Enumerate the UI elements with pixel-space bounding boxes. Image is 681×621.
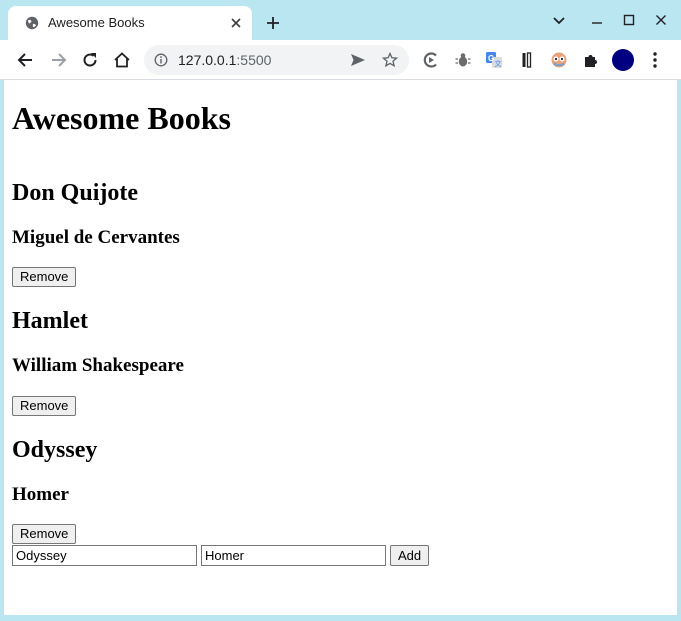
remove-book-button[interactable]: Remove	[12, 396, 77, 416]
maximize-icon[interactable]	[621, 12, 637, 28]
svg-text:文: 文	[495, 59, 502, 68]
minimize-icon[interactable]	[589, 12, 605, 28]
book-author: Homer	[12, 484, 69, 505]
svg-text:G: G	[488, 54, 494, 63]
send-icon[interactable]	[350, 53, 366, 67]
tab-strip: Awesome Books	[0, 0, 681, 40]
page-title: Awesome Books	[12, 100, 231, 136]
book-author: William Shakespeare	[12, 355, 184, 376]
translate-icon[interactable]: G 文	[485, 51, 503, 69]
globe-icon	[25, 16, 39, 30]
address-url: 127.0.0.1:5500	[178, 52, 271, 68]
plus-icon[interactable]	[266, 16, 280, 30]
close-icon[interactable]	[230, 17, 242, 29]
extension-c-icon[interactable]	[422, 51, 440, 69]
url-port: :5500	[236, 52, 272, 68]
chevron-down-icon[interactable]	[551, 12, 567, 28]
tab-awesome-books[interactable]: Awesome Books	[8, 6, 252, 40]
book-title: Don Quijote	[12, 180, 138, 206]
profile-avatar[interactable]	[612, 49, 634, 71]
back-arrow-icon[interactable]	[16, 50, 36, 70]
url-host: 127.0.0.1	[178, 52, 237, 68]
bug-icon[interactable]	[454, 51, 472, 69]
bookmark-extension-icon[interactable]	[518, 51, 536, 69]
book-author: Miguel de Cervantes	[12, 227, 180, 248]
forward-arrow-icon[interactable]	[48, 50, 68, 70]
remove-book-button[interactable]: Remove	[12, 524, 77, 544]
reload-icon[interactable]	[80, 50, 100, 70]
owl-icon[interactable]	[550, 51, 568, 69]
close-icon[interactable]	[653, 12, 669, 28]
author-input[interactable]	[201, 545, 386, 566]
puzzle-icon[interactable]	[582, 51, 600, 69]
address-bar[interactable]: 127.0.0.1:5500	[144, 45, 409, 75]
page-viewport: Awesome Books Don Quijote Miguel de Cerv…	[4, 80, 677, 615]
star-icon[interactable]	[382, 52, 398, 68]
info-icon[interactable]	[154, 53, 168, 67]
book-title: Odyssey	[12, 437, 98, 463]
book-title: Hamlet	[12, 308, 88, 334]
add-book-button[interactable]: Add	[390, 545, 430, 566]
browser-toolbar: 127.0.0.1:5500 G 文	[0, 40, 681, 80]
browser-window: Awesome Books 127.0.0.1:5500 G 文 Awesome…	[0, 0, 681, 621]
tab-title: Awesome Books	[48, 15, 145, 30]
remove-book-button[interactable]: Remove	[12, 267, 77, 287]
title-input[interactable]	[12, 545, 197, 566]
more-vertical-icon[interactable]	[647, 51, 663, 69]
home-icon[interactable]	[112, 50, 132, 70]
